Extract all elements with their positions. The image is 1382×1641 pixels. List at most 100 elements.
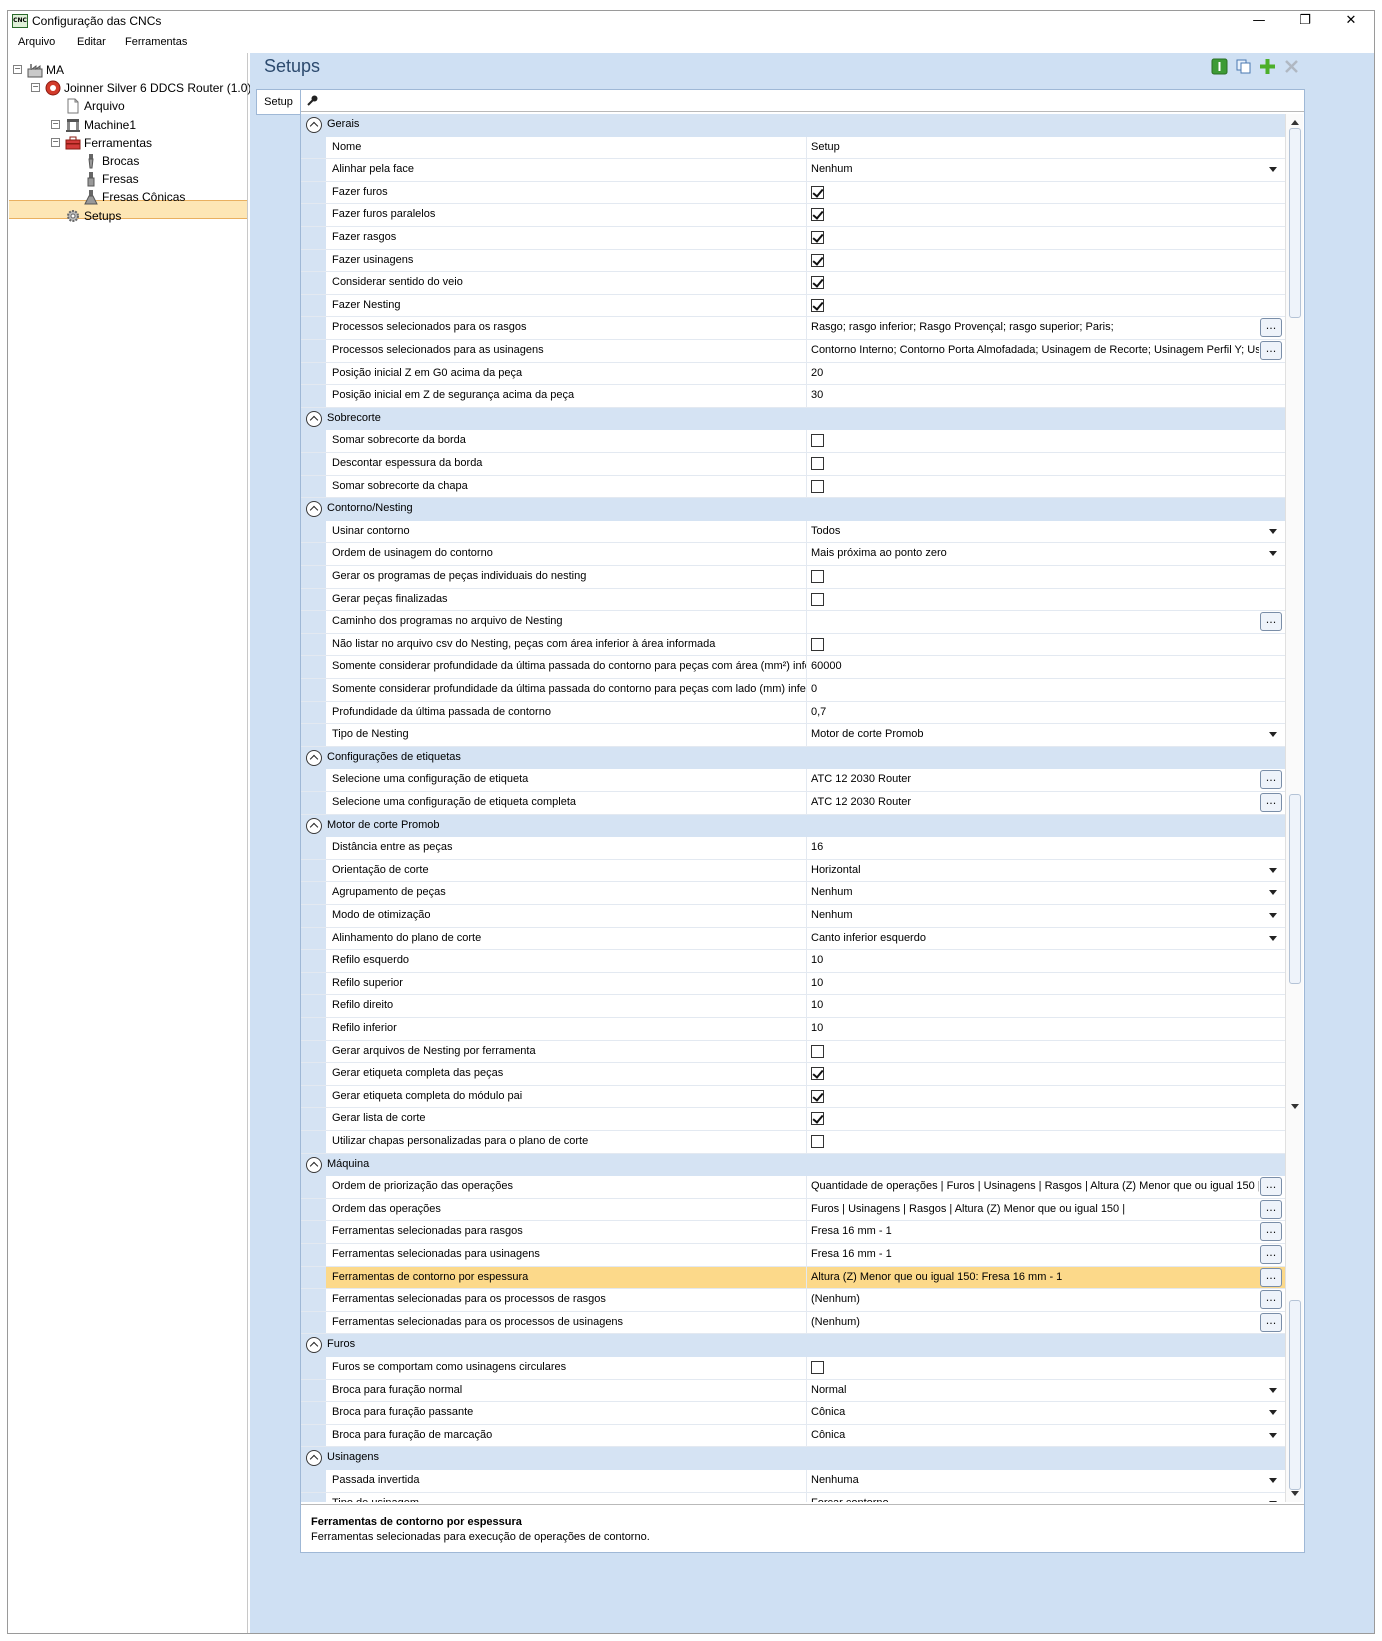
ellipsis-button[interactable]: ... <box>1260 1290 1282 1310</box>
property-row[interactable]: Ferramentas selecionadas para rasgos Fres… <box>301 1221 1285 1244</box>
dropdown-arrow-icon[interactable] <box>1269 1500 1277 1502</box>
category-header[interactable]: Sobrecorte <box>301 407 1285 431</box>
dropdown-arrow-icon[interactable] <box>1269 913 1277 918</box>
ellipsis-button[interactable]: ... <box>1260 1312 1282 1332</box>
property-row[interactable]: Somente considerar profundidade da últim… <box>301 679 1285 702</box>
ellipsis-button[interactable]: ... <box>1260 1222 1282 1242</box>
ellipsis-button[interactable]: ... <box>1260 1199 1282 1219</box>
property-row[interactable]: Utilizar chapas personalizadas para o pl… <box>301 1131 1285 1154</box>
property-row[interactable]: Fazer rasgos <box>301 227 1285 250</box>
scroll-down-arrow-icon[interactable] <box>1291 1491 1299 1496</box>
property-row[interactable]: Ordem de priorização das operações Quanti… <box>301 1176 1285 1199</box>
tree-item-label[interactable]: MA <box>46 61 64 79</box>
scroll-up-arrow-icon[interactable] <box>1291 120 1299 125</box>
property-value[interactable]: Furos | Usinagens | Rasgos | Altura (Z) … <box>811 1203 1259 1215</box>
property-checkbox[interactable] <box>811 457 824 470</box>
property-value[interactable]: Fresa 16 mm - 1 <box>811 1225 1259 1237</box>
property-checkbox[interactable] <box>811 1361 824 1374</box>
property-row[interactable]: Somar sobrecorte da borda <box>301 430 1285 453</box>
tree-item-label[interactable]: Fresas <box>102 170 139 188</box>
scroll-down-arrow-icon[interactable] <box>1291 1104 1299 1109</box>
property-value[interactable]: Cônica <box>811 1429 1259 1441</box>
dropdown-arrow-icon[interactable] <box>1269 935 1277 941</box>
property-row[interactable]: Tipo de usinagem Forçar contorno <box>301 1492 1285 1502</box>
dropdown-arrow-icon[interactable] <box>1269 890 1277 896</box>
property-value[interactable]: 10 <box>811 977 1259 989</box>
property-value[interactable]: Rasgo; rasgo inferior; Rasgo Provençal; … <box>811 321 1259 333</box>
property-checkbox[interactable] <box>811 253 824 267</box>
property-value[interactable]: 20 <box>811 367 1259 379</box>
minimize-button[interactable]: — <box>1236 11 1282 33</box>
property-row[interactable]: Modo de otimização Nenhum <box>301 905 1285 928</box>
property-value[interactable]: Forçar contorno <box>811 1497 1259 1502</box>
property-row[interactable]: Caminho dos programas no arquivo de Nest… <box>301 611 1285 634</box>
property-row[interactable]: Selecione uma configuração de etiqueta AT… <box>301 769 1285 792</box>
scroll-thumb[interactable] <box>1289 794 1301 984</box>
property-checkbox[interactable] <box>811 479 824 493</box>
property-checkbox[interactable] <box>811 434 824 448</box>
tree-item-label[interactable]: Fresas Cônicas <box>102 188 185 206</box>
property-checkbox[interactable] <box>811 208 824 222</box>
property-row[interactable]: Selecione uma configuração de etiqueta c… <box>301 792 1285 815</box>
property-value[interactable]: (Nenhum) <box>811 1293 1259 1305</box>
tree-item-label[interactable]: Ferramentas <box>84 134 152 152</box>
property-row[interactable]: Agrupamento de peças Nenhum <box>301 882 1285 905</box>
property-checkbox[interactable] <box>811 570 824 583</box>
category-header[interactable]: Furos <box>301 1334 1285 1357</box>
property-row[interactable]: Ferramentas selecionadas para os process… <box>301 1311 1285 1335</box>
property-row[interactable]: Gerar etiqueta completa do módulo pai <box>301 1085 1285 1109</box>
ellipsis-button[interactable]: ... <box>1260 770 1282 790</box>
property-row[interactable]: Profundidade da última passada de contor… <box>301 701 1285 725</box>
dropdown-arrow-icon[interactable] <box>1269 1387 1277 1393</box>
property-row[interactable]: Ordem das operações Furos | Usinagens | R… <box>301 1198 1285 1222</box>
property-row[interactable]: Processos selecionados para as usinagens… <box>301 340 1285 363</box>
property-row[interactable]: Ferramentas de contorno por espessura Alt… <box>301 1266 1285 1290</box>
property-row[interactable]: Gerar etiqueta completa das peças <box>301 1063 1285 1086</box>
property-checkbox[interactable] <box>811 231 824 244</box>
property-row[interactable]: Nome Setup <box>301 136 1285 160</box>
property-value[interactable]: 30 <box>811 389 1259 401</box>
ellipsis-button[interactable]: ... <box>1260 1245 1282 1264</box>
menu-editar[interactable]: Editar <box>77 36 106 48</box>
info-icon[interactable] <box>1211 58 1228 75</box>
property-row[interactable]: Refilo inferior 10 <box>301 1018 1285 1041</box>
tree-item-label[interactable]: Setups <box>84 207 121 225</box>
property-row[interactable]: Fazer furos paralelos <box>301 204 1285 227</box>
property-row[interactable]: Ferramentas selecionadas para os process… <box>301 1289 1285 1312</box>
tree-item-label[interactable]: Arquivo <box>84 97 125 115</box>
property-value[interactable]: Nenhum <box>811 886 1259 898</box>
property-value[interactable]: Nenhuma <box>811 1474 1259 1486</box>
property-value[interactable]: Nenhum <box>811 909 1259 921</box>
menu-ferramentas[interactable]: Ferramentas <box>125 36 187 48</box>
collapse-icon[interactable] <box>306 1450 322 1467</box>
close-button[interactable]: ✕ <box>1328 11 1374 33</box>
property-row[interactable]: Gerar arquivos de Nesting por ferramenta <box>301 1040 1285 1064</box>
category-header[interactable]: Motor de corte Promob <box>301 814 1285 838</box>
property-row[interactable]: Alinhar pela face Nenhum <box>301 159 1285 182</box>
property-row[interactable]: Broca para furação passante Cônica <box>301 1402 1285 1425</box>
category-header[interactable]: Contorno/Nesting <box>301 498 1285 521</box>
property-row[interactable]: Somente considerar profundidade da últim… <box>301 656 1285 679</box>
property-row[interactable]: Descontar espessura da borda <box>301 453 1285 476</box>
property-value[interactable]: ATC 12 2030 Router <box>811 796 1259 808</box>
property-value[interactable]: Horizontal <box>811 864 1259 876</box>
property-value[interactable]: ATC 12 2030 Router <box>811 773 1259 785</box>
property-checkbox[interactable] <box>811 1135 824 1148</box>
property-row[interactable]: Processos selecionados para os rasgos Ras… <box>301 317 1285 340</box>
collapse-icon[interactable] <box>306 410 322 427</box>
property-value[interactable]: Mais próxima ao ponto zero <box>811 547 1259 559</box>
property-value[interactable]: 0,7 <box>811 706 1259 718</box>
property-row[interactable]: Ferramentas selecionadas para usinagens F… <box>301 1244 1285 1267</box>
property-row[interactable]: Refilo esquerdo 10 <box>301 950 1285 973</box>
dropdown-arrow-icon[interactable] <box>1269 1432 1277 1438</box>
property-row[interactable]: Gerar os programas de peças individuais … <box>301 566 1285 589</box>
property-row[interactable]: Ordem de usinagem do contorno Mais próxim… <box>301 543 1285 566</box>
property-row[interactable]: Furos se comportam como usinagens circul… <box>301 1357 1285 1380</box>
ellipsis-button[interactable]: ... <box>1260 612 1282 632</box>
property-checkbox[interactable] <box>811 637 824 651</box>
property-value[interactable]: 60000 <box>811 660 1259 672</box>
property-value[interactable]: Nenhum <box>811 163 1259 175</box>
property-row[interactable]: Broca para furação de marcação Cônica <box>301 1424 1285 1448</box>
collapse-icon[interactable] <box>306 501 322 518</box>
property-row[interactable]: Gerar peças finalizadas <box>301 588 1285 612</box>
